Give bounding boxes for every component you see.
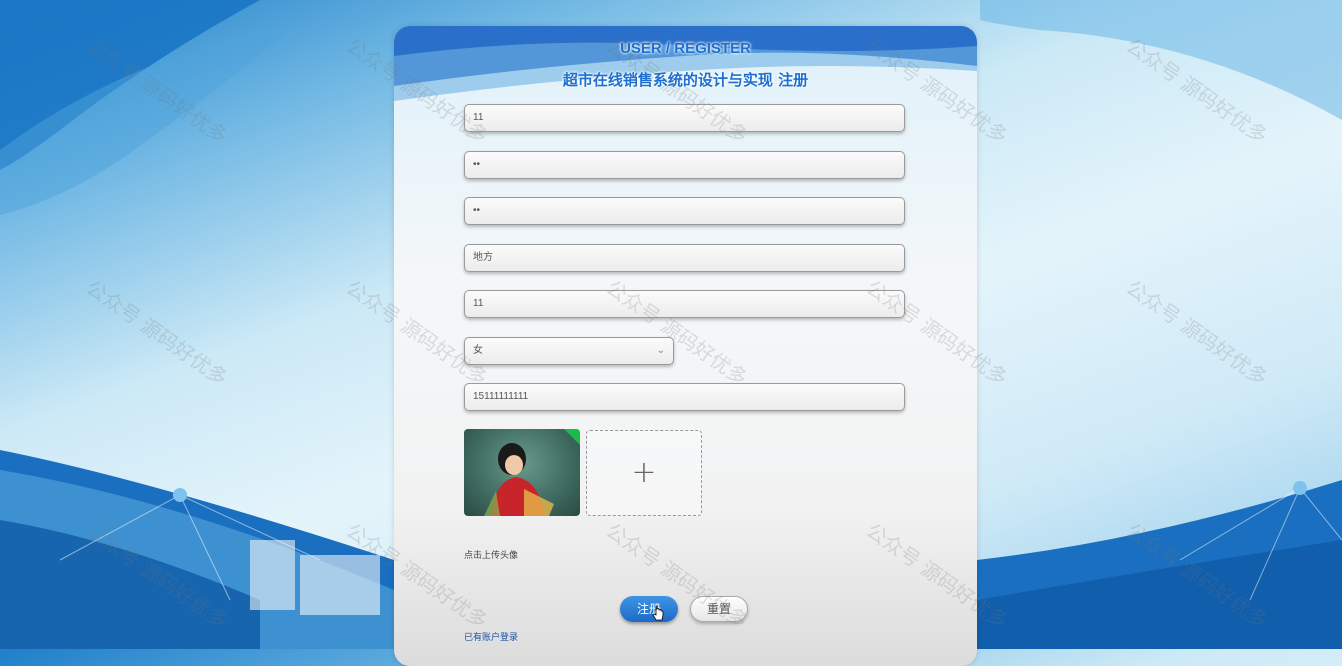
account-input[interactable]: 11 (464, 104, 905, 132)
confirm-password-input[interactable]: •• (464, 197, 905, 225)
upload-avatar-hint: 点击上传头像 (464, 551, 519, 561)
gender-select[interactable]: 女 ⌄ (464, 337, 674, 365)
avatar-upload-button[interactable]: + (586, 430, 702, 516)
name-input[interactable]: 11 (464, 290, 905, 318)
hand-cursor-icon (652, 606, 664, 621)
login-link[interactable]: 已有账户登录 (464, 630, 518, 643)
avatar-preview[interactable] (464, 429, 580, 516)
avatar-photo-icon (484, 429, 580, 516)
page-title-en: USER / REGISTER (620, 40, 751, 57)
address-input[interactable]: 地方 (464, 244, 905, 272)
chevron-down-icon: ⌄ (656, 345, 665, 356)
panel-header-decoration (394, 26, 977, 101)
register-panel: USER / REGISTER 超市在线销售系统的设计与实现 注册 11 •• … (394, 26, 977, 666)
password-input[interactable]: •• (464, 151, 905, 179)
gender-select-value: 女 (473, 345, 483, 356)
reset-button[interactable]: 重置 (690, 596, 748, 622)
page-title: 超市在线销售系统的设计与实现 注册 (562, 71, 809, 89)
plus-icon: + (631, 455, 657, 490)
phone-input[interactable]: 15111111111 (464, 383, 905, 411)
register-button[interactable]: 注册 (620, 596, 678, 622)
